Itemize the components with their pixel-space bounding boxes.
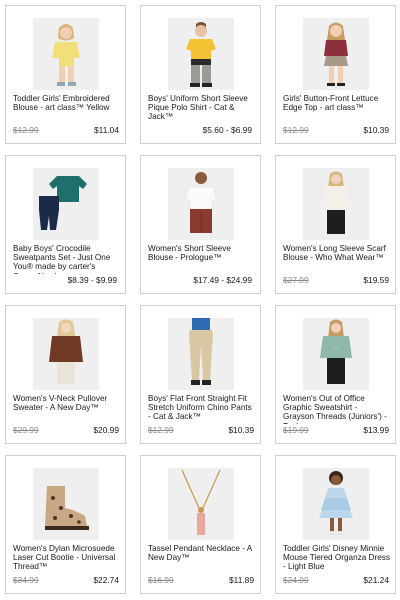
price-row: $19.99 $13.99 — [283, 425, 389, 436]
product-title[interactable]: Girls' Button-Front Lettuce Edge Top - a… — [283, 94, 390, 112]
price-row: $24.99 $21.24 — [283, 575, 389, 586]
original-price: $16.99 — [148, 575, 174, 585]
price-row: $34.99 $22.74 — [13, 575, 119, 586]
price-row: $5.60 - $6.99 — [148, 125, 254, 136]
product-card[interactable]: Women's Short Sleeve Blouse - Prologue™ … — [140, 155, 261, 294]
original-price: $24.99 — [283, 575, 309, 585]
product-card[interactable]: Toddler Girls' Disney Minnie Mouse Tiere… — [275, 455, 396, 594]
product-grid: Toddler Girls' Embroidered Blouse - art … — [5, 5, 396, 594]
sale-price: $20.99 — [93, 425, 119, 435]
product-title[interactable]: Women's Long Sleeve Scarf Blouse - Who W… — [283, 244, 390, 262]
original-price: $34.99 — [13, 575, 39, 585]
original-price: $19.99 — [283, 425, 309, 435]
product-card[interactable]: Women's Dylan Microsuede Laser Cut Booti… — [5, 455, 126, 594]
original-price: $27.99 — [283, 275, 309, 285]
product-card[interactable]: Toddler Girls' Embroidered Blouse - art … — [5, 5, 126, 144]
product-image[interactable] — [167, 18, 234, 90]
product-card[interactable]: Women's Long Sleeve Scarf Blouse - Who W… — [275, 155, 396, 294]
product-title[interactable]: Women's Dylan Microsuede Laser Cut Booti… — [13, 544, 120, 572]
product-card[interactable]: Girls' Button-Front Lettuce Edge Top - a… — [275, 5, 396, 144]
price-row: $29.99 $20.99 — [13, 425, 119, 436]
product-image[interactable] — [302, 168, 369, 240]
product-image[interactable]: ~~ — [302, 318, 369, 390]
product-image[interactable] — [167, 168, 234, 240]
product-title[interactable]: Boys' Uniform Short Sleeve Pique Polo Sh… — [148, 94, 255, 122]
price-row: $27.99 $19.59 — [283, 275, 389, 286]
price-row: $16.99 $11.89 — [148, 575, 254, 586]
product-title[interactable]: Tassel Pendant Necklace - A New Day™ — [148, 544, 255, 562]
product-title[interactable]: Toddler Girls' Embroidered Blouse - art … — [13, 94, 120, 112]
sale-price: $17.49 - $24.99 — [193, 275, 252, 285]
product-title[interactable]: Toddler Girls' Disney Minnie Mouse Tiere… — [283, 544, 390, 572]
product-card[interactable]: Boys' Uniform Short Sleeve Pique Polo Sh… — [140, 5, 261, 144]
product-image[interactable] — [32, 318, 99, 390]
price-row: $8.39 - $9.99 — [13, 275, 119, 286]
product-card[interactable]: Boys' Flat Front Straight Fit Stretch Un… — [140, 305, 261, 444]
product-image[interactable] — [32, 168, 99, 240]
product-image[interactable] — [167, 318, 234, 390]
product-card[interactable]: Women's V-Neck Pullover Sweater - A New … — [5, 305, 126, 444]
product-image[interactable] — [32, 468, 99, 540]
product-image[interactable] — [302, 18, 369, 90]
sale-price: $22.74 — [93, 575, 119, 585]
product-card[interactable]: ~~ Women's Out of Office Graphic Sweatsh… — [275, 305, 396, 444]
sale-price: $11.04 — [94, 125, 119, 135]
sale-price: $21.24 — [363, 575, 389, 585]
price-row: $12.99 $11.04 — [13, 125, 119, 136]
product-title[interactable]: Boys' Flat Front Straight Fit Stretch Un… — [148, 394, 255, 422]
sale-price: $10.39 — [363, 125, 389, 135]
product-image[interactable] — [32, 18, 99, 90]
product-title[interactable]: Women's Out of Office Graphic Sweatshirt… — [283, 394, 390, 424]
sale-price: $11.89 — [229, 575, 254, 585]
price-row: $17.49 - $24.99 — [148, 275, 254, 286]
product-card[interactable]: Baby Boys' Crocodile Sweatpants Set - Ju… — [5, 155, 126, 294]
sale-price: $19.59 — [363, 275, 389, 285]
sale-price: $8.39 - $9.99 — [67, 275, 117, 285]
sale-price: $13.99 — [363, 425, 389, 435]
original-price: $12.99 — [283, 125, 309, 135]
product-title[interactable]: Women's V-Neck Pullover Sweater - A New … — [13, 394, 120, 412]
product-title[interactable]: Women's Short Sleeve Blouse - Prologue™ — [148, 244, 255, 262]
product-title[interactable]: Baby Boys' Crocodile Sweatpants Set - Ju… — [13, 244, 120, 274]
product-card[interactable]: Tassel Pendant Necklace - A New Day™ $16… — [140, 455, 261, 594]
original-price: $12.99 — [148, 425, 174, 435]
svg-text:~~: ~~ — [333, 346, 338, 351]
sale-price: $10.39 — [228, 425, 254, 435]
original-price: $12.99 — [13, 125, 39, 135]
sale-price: $5.60 - $6.99 — [202, 125, 252, 135]
price-row: $12.99 $10.39 — [148, 425, 254, 436]
original-price: $29.99 — [13, 425, 39, 435]
price-row: $12.99 $10.39 — [283, 125, 389, 136]
product-image[interactable] — [167, 468, 234, 540]
product-image[interactable] — [302, 468, 369, 540]
